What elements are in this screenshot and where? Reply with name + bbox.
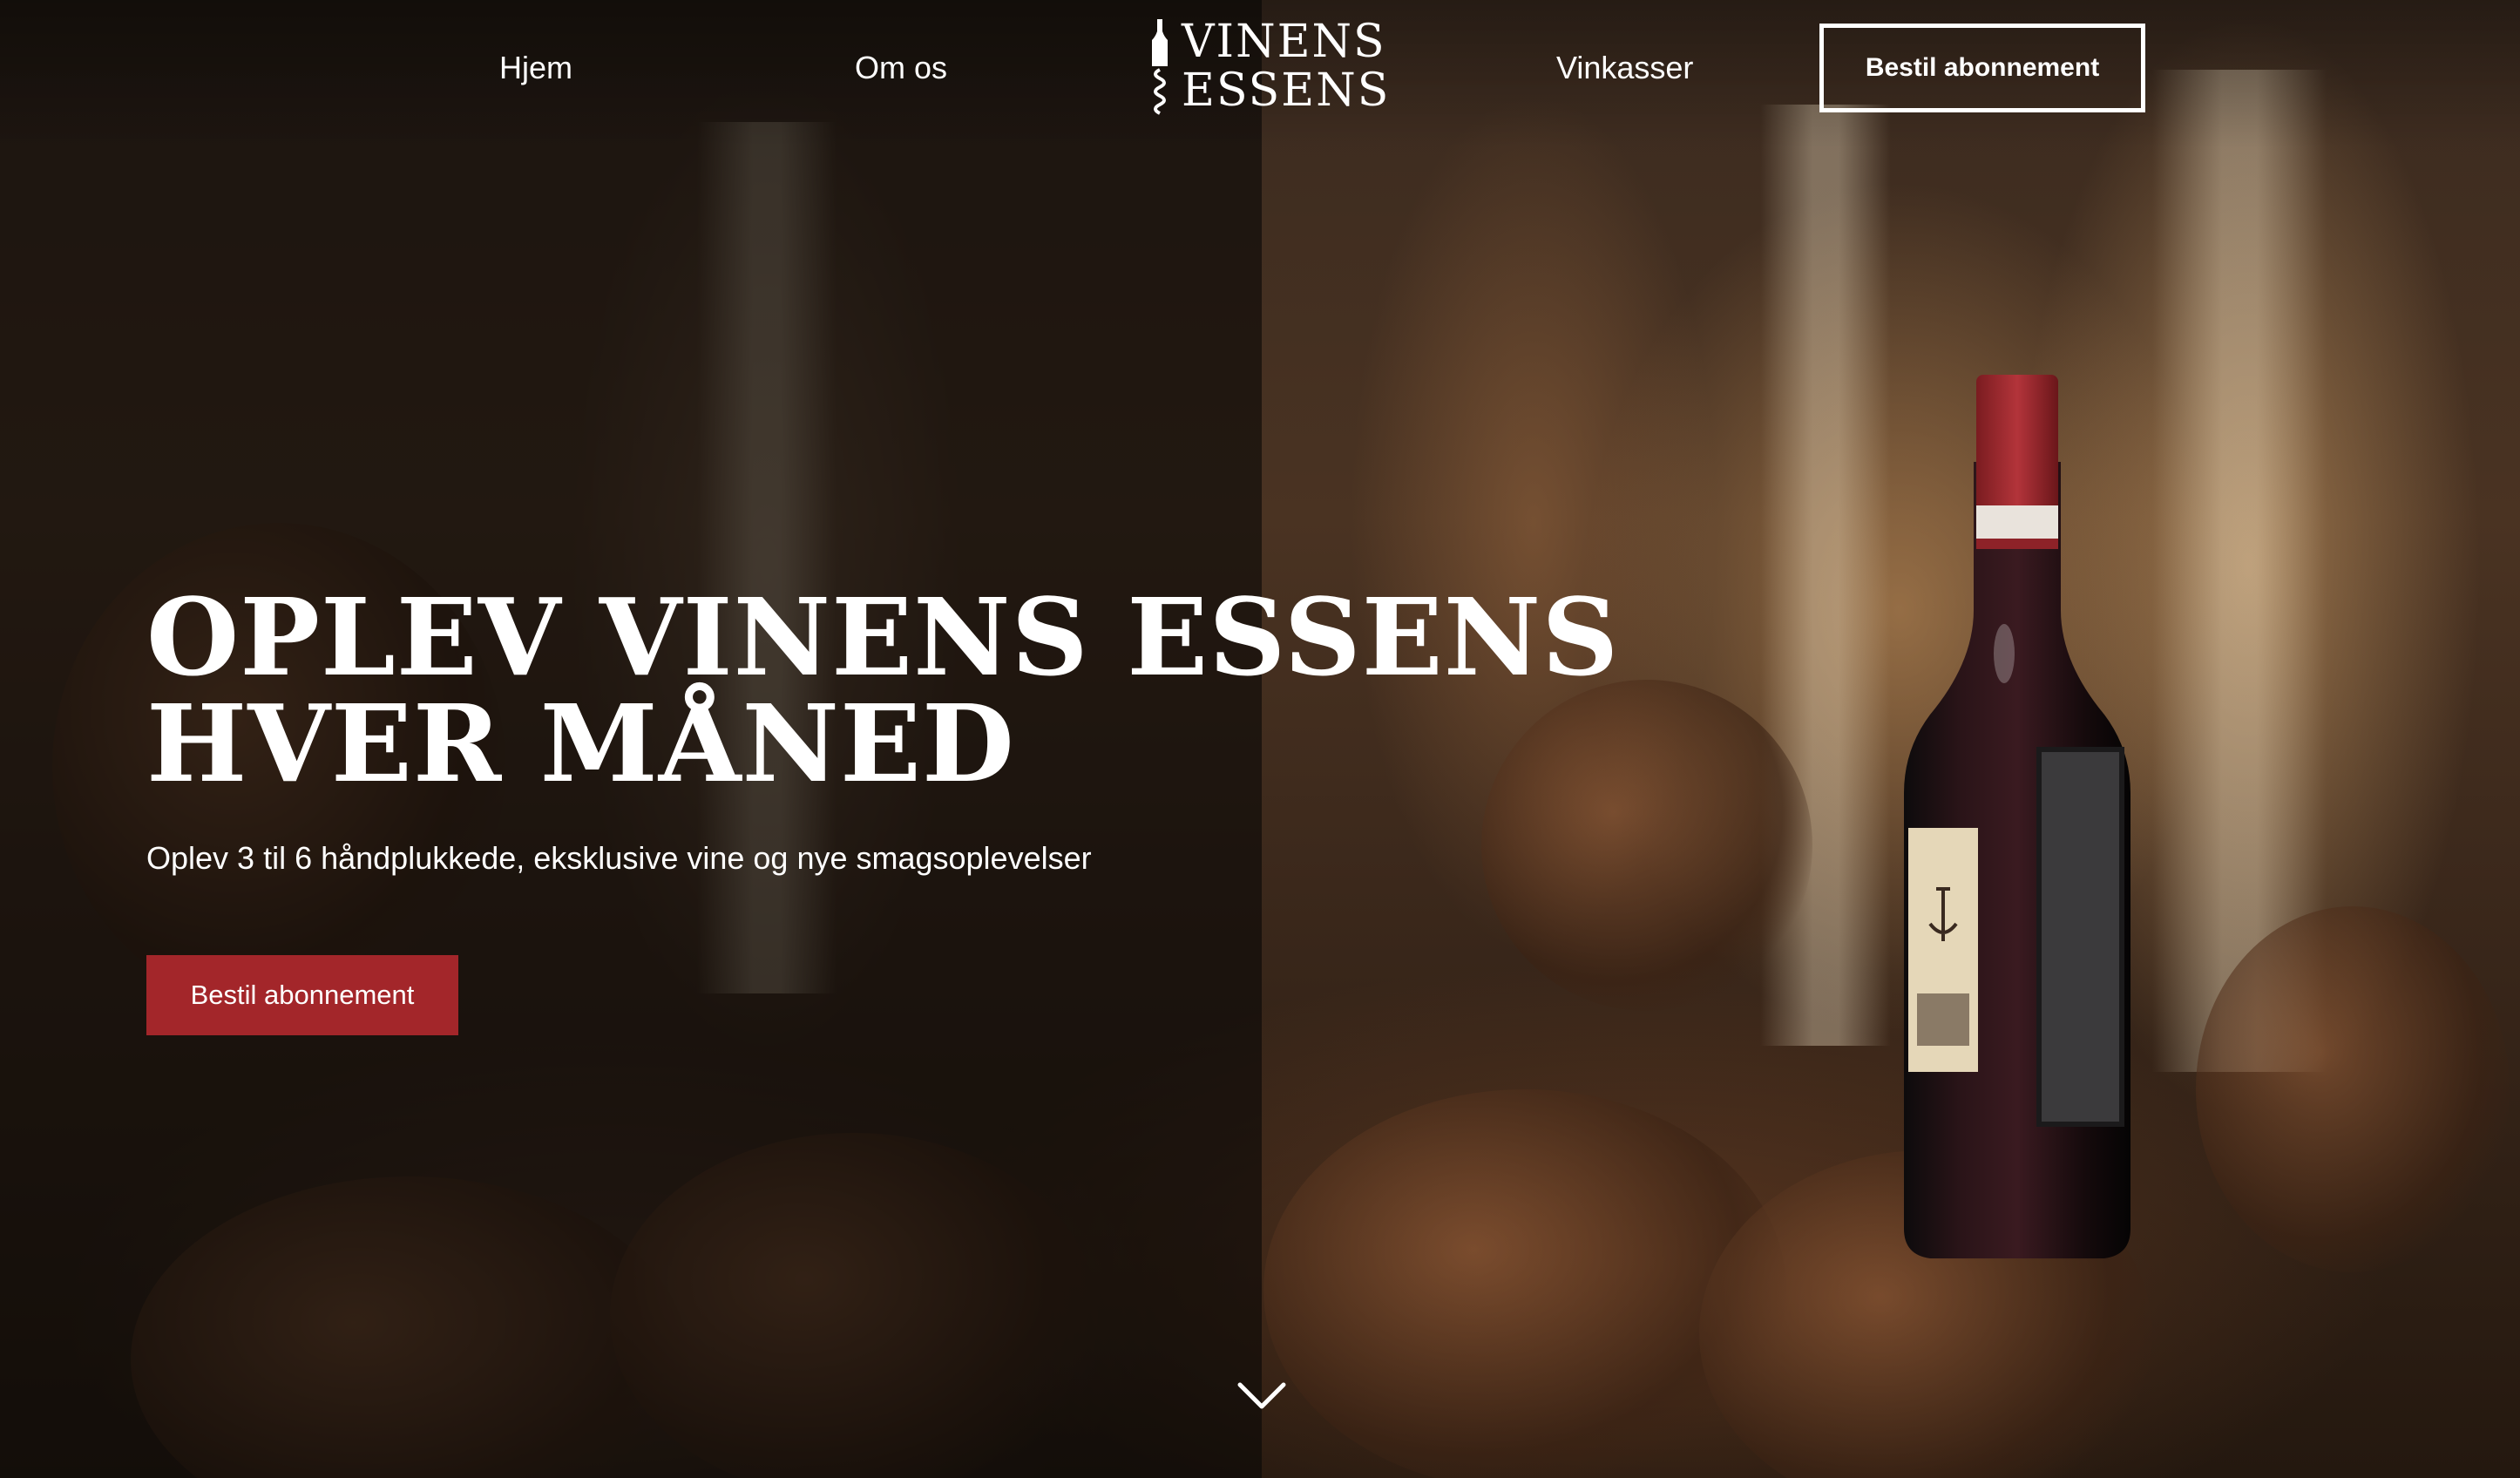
hero-title-line-1: OPLEV VINENS ESSENS <box>146 574 1620 700</box>
chevron-down-icon[interactable] <box>1237 1381 1286 1411</box>
barrel <box>2196 906 2510 1272</box>
nav-link-hjem[interactable]: Hjem <box>499 49 572 87</box>
nav-subscribe-button[interactable]: Bestil abonnement <box>1819 24 2145 112</box>
nav-link-vinkasser[interactable]: Vinkasser <box>1556 49 1693 87</box>
hero-title: OPLEV VINENS ESSENS HVER MÅNED <box>146 584 1619 797</box>
hero-title-line-2: HVER MÅNED <box>146 681 1015 806</box>
hero-subtitle: Oplev 3 til 6 håndplukkede, eksklusive v… <box>146 840 1092 876</box>
wine-bottle-image <box>1904 375 2130 1258</box>
landing-page: Hjem Om os VINENS ESSENS Vinkasser Besti… <box>0 0 2520 1478</box>
hero-subscribe-button[interactable]: Bestil abonnement <box>146 955 458 1035</box>
corkscrew-bottle-icon <box>1152 19 1168 115</box>
logo-line-1: VINENS <box>1182 16 1386 68</box>
nav-link-om-os[interactable]: Om os <box>855 49 947 87</box>
site-logo[interactable]: VINENS ESSENS <box>1147 17 1388 122</box>
logo-line-2: ESSENS <box>1182 64 1391 117</box>
